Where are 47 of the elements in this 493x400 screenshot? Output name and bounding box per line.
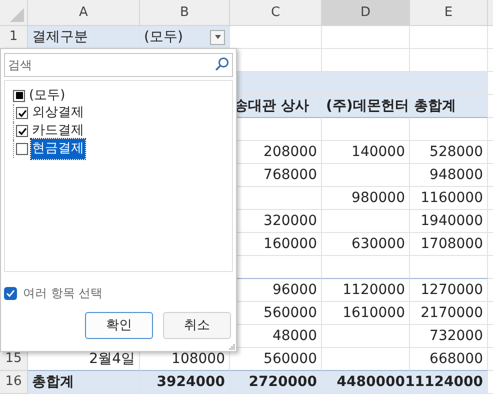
search-field[interactable]: 검색 — [4, 53, 233, 77]
table-cell: (주)데몬헌터 — [322, 95, 410, 118]
table-cell: 총합계 — [410, 95, 488, 118]
table-cell: 1270000 — [410, 279, 488, 302]
table-cell: 948000 — [410, 164, 488, 187]
checkbox[interactable] — [13, 90, 25, 102]
dropdown-button[interactable] — [210, 30, 225, 44]
search-icon[interactable] — [215, 57, 229, 71]
table-cell: 140000 — [322, 141, 410, 164]
table-cell: 668000 — [410, 348, 488, 371]
table-cell: 2720000 — [230, 371, 322, 394]
column-header[interactable]: E — [410, 0, 488, 26]
table-cell: 3924000 — [140, 371, 230, 394]
table-cell: 1708000 — [410, 233, 488, 256]
checkbox[interactable] — [16, 107, 28, 119]
caret-icon — [214, 35, 220, 39]
table-cell: 1610000 — [322, 302, 410, 325]
table-cell: 980000 — [322, 187, 410, 210]
checkbox[interactable] — [16, 125, 28, 137]
table-cell: 2170000 — [410, 302, 488, 325]
column-header[interactable]: A — [28, 0, 140, 26]
table-cell: 1940000 — [410, 210, 488, 233]
table-cell: 총합계 — [28, 371, 140, 394]
cancel-button[interactable]: 취소 — [163, 312, 231, 339]
filter-option[interactable]: 현금결제 — [31, 139, 85, 159]
filter-cell[interactable]: (모두) — [140, 26, 230, 49]
resize-grip-icon[interactable] — [229, 344, 235, 350]
table-cell: 1120000 — [322, 279, 410, 302]
table-cell: 1160000 — [410, 187, 488, 210]
filter-option[interactable]: 외상결제 — [31, 103, 85, 123]
row-header[interactable]: 16 — [0, 371, 28, 394]
table-cell: 732000 — [410, 325, 488, 348]
filter-value: (모두) — [144, 28, 183, 46]
ok-button[interactable]: 확인 — [85, 312, 153, 339]
multi-select-label: 여러 항목 선택 — [23, 285, 103, 302]
table-cell: 630000 — [322, 233, 410, 256]
table-cell: 560000 — [230, 348, 322, 371]
table-cell: 528000 — [410, 141, 488, 164]
column-header[interactable]: D — [322, 0, 410, 26]
filter-option[interactable]: (모두) — [28, 86, 66, 106]
column-header[interactable]: C — [230, 0, 322, 26]
filter-option[interactable]: 카드결제 — [31, 121, 85, 141]
row-header[interactable]: 1 — [0, 26, 28, 49]
table-cell: 결제구분 — [28, 26, 140, 49]
multi-select-checkbox[interactable] — [4, 286, 17, 300]
column-header[interactable]: B — [140, 0, 230, 26]
checkbox[interactable] — [16, 143, 28, 155]
